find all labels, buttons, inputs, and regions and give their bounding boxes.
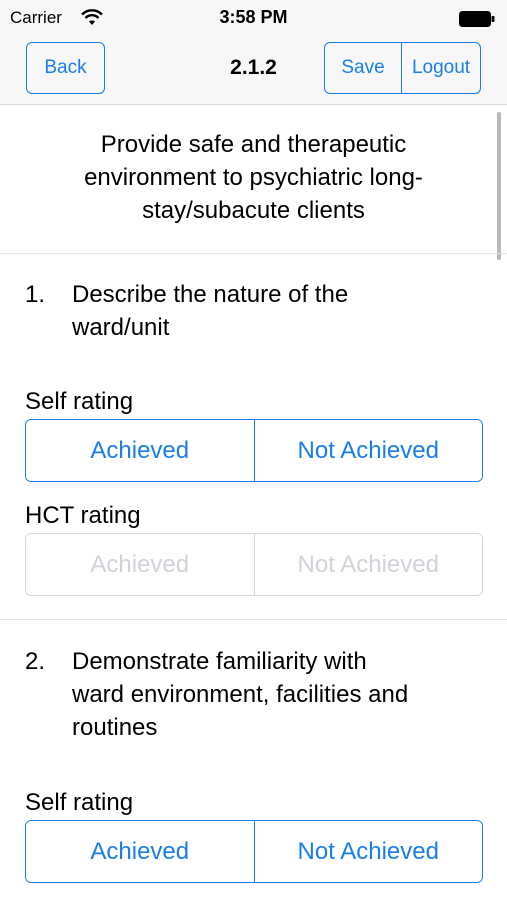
status-bar: Carrier 3:58 PM: [0, 0, 507, 36]
hct-rating-not-achieved-option: Not Achieved: [253, 534, 482, 595]
question-text-line: Describe the nature of the: [72, 281, 349, 308]
self-rating-segmented-control[interactable]: Achieved Not Achieved: [25, 419, 483, 482]
section-title-line: Provide safe and therapeutic: [100, 131, 407, 158]
self-rating-achieved-option[interactable]: Achieved: [26, 420, 254, 481]
save-button[interactable]: Save: [324, 42, 402, 94]
section-title-line: stay/subacute clients: [142, 197, 365, 224]
question-text: Describe the nature of the ward/unit: [72, 278, 487, 344]
question-number: 2.: [25, 648, 46, 675]
question-text-line: routines: [72, 714, 158, 741]
self-rating-not-achieved-option[interactable]: Not Achieved: [253, 420, 482, 481]
battery-icon: [459, 11, 495, 27]
hct-rating-label: HCT rating: [25, 502, 141, 529]
self-rating-segmented-control[interactable]: Achieved Not Achieved: [25, 820, 483, 883]
hct-rating-achieved-option: Achieved: [26, 534, 254, 595]
question-text-line: ward/unit: [72, 314, 170, 341]
section-title-line: environment to psychiatric long-: [84, 164, 423, 191]
hct-rating-segmented-control: Achieved Not Achieved: [25, 533, 483, 596]
logout-button[interactable]: Logout: [401, 42, 481, 94]
section-title: Provide safe and therapeutic environment…: [0, 128, 507, 227]
self-rating-label: Self rating: [25, 789, 134, 816]
question-text-line: ward environment, facilities and: [72, 681, 409, 708]
divider: [0, 253, 507, 254]
divider: [0, 619, 507, 620]
question-number: 1.: [25, 281, 46, 308]
question-text-line: Demonstrate familiarity with: [72, 648, 367, 675]
self-rating-label: Self rating: [25, 388, 134, 415]
navigation-bar: Back 2.1.2 Save Logout: [0, 36, 507, 105]
self-rating-achieved-option[interactable]: Achieved: [26, 821, 254, 882]
self-rating-not-achieved-option[interactable]: Not Achieved: [253, 821, 482, 882]
question-text: Demonstrate familiarity with ward enviro…: [72, 645, 487, 744]
status-time: 3:58 PM: [219, 7, 288, 27]
